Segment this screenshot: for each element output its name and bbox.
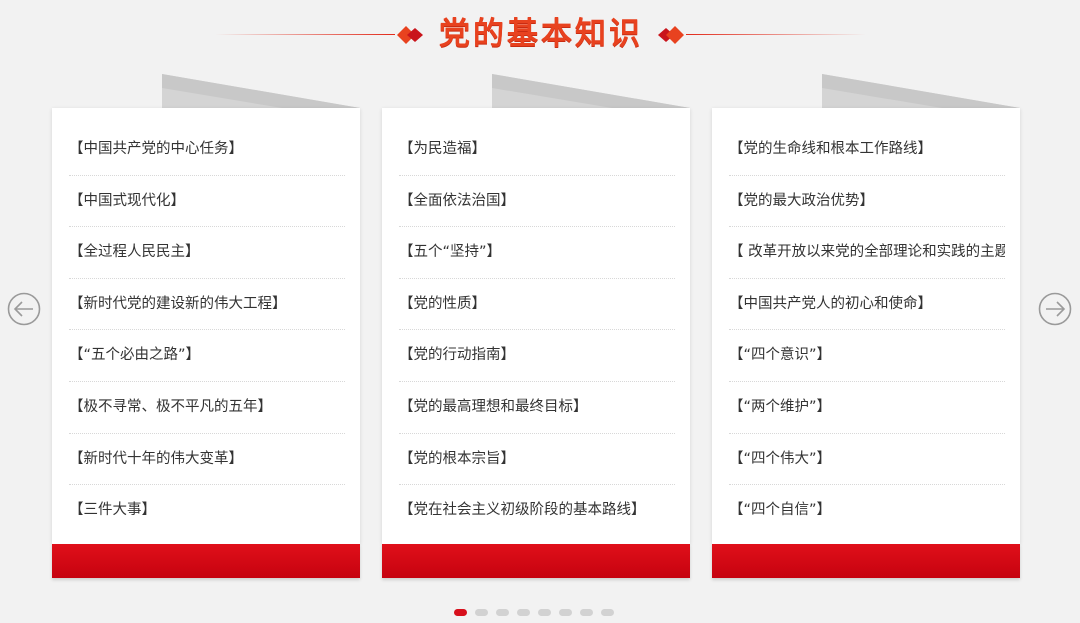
pagination-dot[interactable] [475,609,488,616]
list-item[interactable]: 【五个“坚持”】 [399,227,675,279]
list-item[interactable]: 【党的性质】 [399,279,675,331]
header-line-left [215,34,395,35]
card-panel: 【中国共产党的中心任务】 【中国式现代化】 【全过程人民民主】 【新时代党的建设… [52,108,360,544]
card-footer-bar [52,544,360,578]
list-item[interactable]: 【“两个维护”】 [729,382,1005,434]
list-item[interactable]: 【“四个自信”】 [729,485,1005,537]
list-item[interactable]: 【极不寻常、极不平凡的五年】 [69,382,345,434]
carousel-pagination [454,609,614,617]
card-flap [822,74,1020,108]
section-header: 党的基本知识 [0,0,1080,70]
pagination-dot[interactable] [580,609,593,616]
pagination-dot[interactable] [559,609,572,616]
list-item[interactable]: 【“四个意识”】 [729,330,1005,382]
card-panel: 【党的生命线和根本工作路线】 【党的最大政治优势】 【 改革开放以来党的全部理论… [712,108,1020,544]
card-panel: 【为民造福】 【全面依法治国】 【五个“坚持”】 【党的性质】 【党的行动指南】… [382,108,690,544]
topic-list: 【为民造福】 【全面依法治国】 【五个“坚持”】 【党的性质】 【党的行动指南】… [399,124,675,537]
list-item[interactable]: 【全过程人民民主】 [69,227,345,279]
list-item[interactable]: 【“四个伟大”】 [729,434,1005,486]
knowledge-card-2: 【为民造福】 【全面依法治国】 【五个“坚持”】 【党的性质】 【党的行动指南】… [382,74,692,580]
diamond-ornament-right-icon [658,26,684,44]
pagination-dot[interactable] [538,609,551,616]
topic-list: 【党的生命线和根本工作路线】 【党的最大政治优势】 【 改革开放以来党的全部理论… [729,124,1005,537]
list-item[interactable]: 【中国式现代化】 [69,176,345,228]
list-item[interactable]: 【党的最大政治优势】 [729,176,1005,228]
list-item[interactable]: 【“五个必由之路”】 [69,330,345,382]
diamond-ornament-left-icon [397,26,423,44]
card-flap [492,74,690,108]
list-item[interactable]: 【党在社会主义初级阶段的基本路线】 [399,485,675,537]
list-item[interactable]: 【三件大事】 [69,485,345,537]
card-footer-bar [712,544,1020,578]
page-title: 党的基本知识 [439,16,643,52]
list-item[interactable]: 【新时代十年的伟大变革】 [69,434,345,486]
list-item[interactable]: 【 改革开放以来党的全部理论和实践的主题】 [729,227,1005,279]
list-item[interactable]: 【中国共产党的中心任务】 [69,124,345,176]
arrow-right-circle-icon [1038,292,1072,326]
knowledge-card-1: 【中国共产党的中心任务】 【中国式现代化】 【全过程人民民主】 【新时代党的建设… [52,74,362,580]
knowledge-card-3: 【党的生命线和根本工作路线】 【党的最大政治优势】 【 改革开放以来党的全部理论… [712,74,1022,580]
list-item[interactable]: 【全面依法治国】 [399,176,675,228]
card-flap [162,74,360,108]
prev-slide-button[interactable] [7,292,41,326]
card-footer-bar [382,544,690,578]
list-item[interactable]: 【党的根本宗旨】 [399,434,675,486]
pagination-dot[interactable] [496,609,509,616]
pagination-dot[interactable] [454,609,467,616]
list-item[interactable]: 【为民造福】 [399,124,675,176]
list-item[interactable]: 【党的最高理想和最终目标】 [399,382,675,434]
list-item[interactable]: 【新时代党的建设新的伟大工程】 [69,279,345,331]
pagination-dot[interactable] [601,609,614,616]
list-item[interactable]: 【党的生命线和根本工作路线】 [729,124,1005,176]
pagination-dot[interactable] [517,609,530,616]
next-slide-button[interactable] [1038,292,1072,326]
header-line-right [686,34,866,35]
list-item[interactable]: 【中国共产党人的初心和使命】 [729,279,1005,331]
list-item[interactable]: 【党的行动指南】 [399,330,675,382]
arrow-left-circle-icon [7,292,41,326]
topic-list: 【中国共产党的中心任务】 【中国式现代化】 【全过程人民民主】 【新时代党的建设… [69,124,345,537]
